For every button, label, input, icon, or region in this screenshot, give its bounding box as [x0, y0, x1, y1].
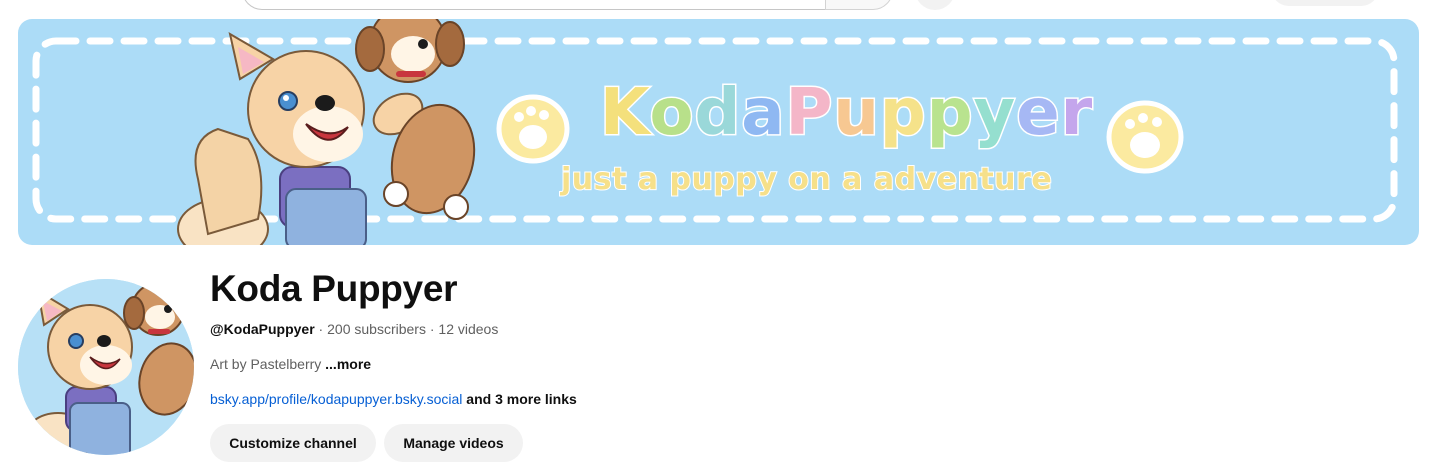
channel-banner: KodaPuppyer just a puppy on a adventure	[18, 19, 1419, 245]
banner-title-letter: K	[598, 76, 650, 150]
banner-title-letter: y	[972, 76, 1017, 150]
banner-title-letter: r	[1059, 76, 1094, 150]
meta-separator: ·	[314, 321, 328, 337]
subscriber-count: 200 subscribers	[327, 321, 426, 337]
paw-left-icon	[496, 94, 570, 164]
banner-title: KodaPuppyer	[598, 80, 1093, 147]
banner-title-letter: d	[693, 76, 742, 150]
description-text: Art by Pastelberry	[210, 356, 322, 372]
more-links-button[interactable]: and 3 more links	[466, 391, 576, 407]
banner-title-letter: u	[832, 76, 881, 150]
masthead	[0, 0, 1439, 12]
voice-search-button[interactable]	[915, 0, 955, 10]
customize-channel-button[interactable]: Customize channel	[210, 424, 376, 462]
banner-title-letter: o	[648, 76, 695, 150]
search-button[interactable]	[825, 0, 893, 10]
banner-title-letter: e	[1015, 76, 1061, 150]
primary-link[interactable]: bsky.app/profile/kodapuppyer.bsky.social	[210, 391, 462, 407]
banner-title-letter: p	[925, 76, 974, 150]
meta-separator: ·	[425, 321, 439, 337]
banner-title-letter: p	[878, 76, 927, 150]
channel-description[interactable]: Art by Pastelberry ...more	[210, 356, 371, 372]
search-input[interactable]	[242, 0, 826, 10]
avatar-illustration	[18, 279, 194, 455]
paw-right-icon	[1106, 100, 1184, 174]
channel-handle: @KodaPuppyer	[210, 321, 315, 337]
banner-title-letter: a	[740, 76, 786, 150]
channel-meta: @KodaPuppyer · 200 subscribers · 12 vide…	[210, 321, 498, 337]
channel-avatar[interactable]	[18, 279, 194, 455]
sign-in-button[interactable]	[1271, 0, 1379, 6]
banner-subtitle: just a puppy on a adventure	[560, 162, 1053, 197]
video-count: 12 videos	[438, 321, 499, 337]
banner-title-letter: P	[784, 76, 834, 150]
description-more-link[interactable]: ...more	[325, 356, 371, 372]
manage-videos-button[interactable]: Manage videos	[384, 424, 523, 462]
channel-links: bsky.app/profile/kodapuppyer.bsky.social…	[210, 391, 577, 407]
channel-name: Koda Puppyer	[210, 268, 458, 309]
